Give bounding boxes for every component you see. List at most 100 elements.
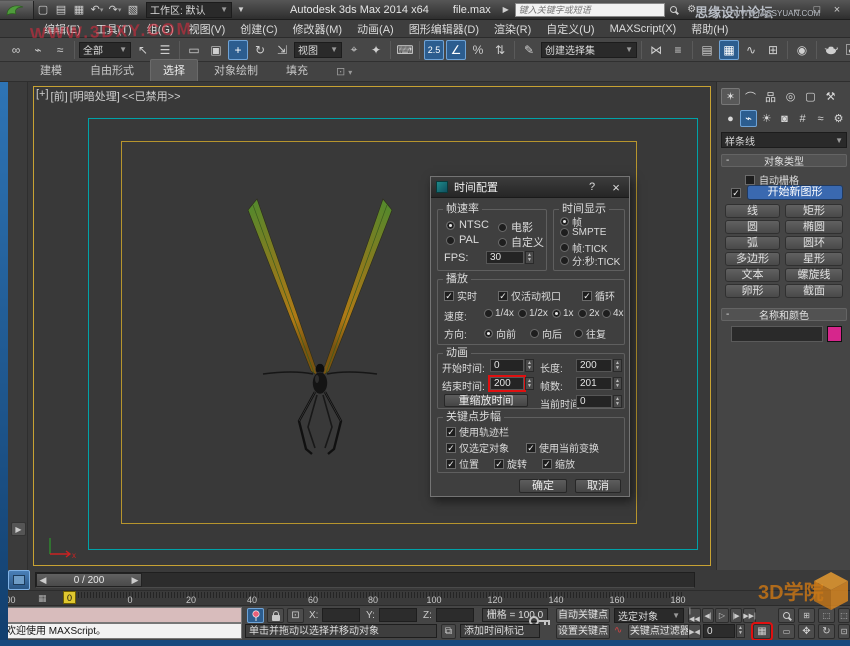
radio-speed-half[interactable] — [518, 309, 527, 318]
rendered-frame-window-icon[interactable] — [843, 40, 850, 60]
ribbon-tab-object-paint[interactable]: 对象绘制 — [202, 60, 270, 81]
ok-button[interactable]: 确定 — [519, 479, 567, 493]
egg-button[interactable]: 卵形 — [725, 284, 780, 298]
shapes-category-icon[interactable]: ⌁ — [740, 110, 757, 127]
menu-modifiers[interactable]: 修改器(M) — [293, 21, 343, 37]
mirror-icon[interactable]: ⋈ — [646, 40, 666, 60]
length-spinner[interactable]: ▲▼ — [613, 359, 622, 372]
workspace-menu-icon[interactable]: ▼ — [232, 2, 250, 18]
pan-hand-icon[interactable]: ✥ — [798, 624, 815, 639]
select-by-name-icon[interactable]: ☰ — [155, 40, 175, 60]
ribbon-toggle-icon[interactable]: ▦ — [719, 40, 739, 60]
redo-icon[interactable]: ↷▾ — [106, 2, 124, 18]
autogrid-checkbox[interactable] — [745, 175, 755, 185]
current-time-spinner[interactable]: ▲▼ — [613, 395, 622, 408]
current-frame-spinner[interactable]: ▲▼ — [736, 624, 745, 638]
y-coordinate-field[interactable] — [379, 608, 417, 622]
menu-rendering[interactable]: 渲染(R) — [494, 21, 531, 37]
window-crossing-icon[interactable]: ▣ — [206, 40, 226, 60]
ribbon-tab-selection[interactable]: 选择 — [150, 59, 198, 81]
frame-count-spinner[interactable]: ▲▼ — [613, 377, 622, 390]
viewport-menu-shading[interactable]: [明暗处理] — [70, 88, 120, 104]
track-bar[interactable]: ▦ 0 20 40 60 80 100 120 140 160 180 200 … — [8, 590, 850, 605]
end-time-spinner[interactable]: ▲▼ — [525, 377, 534, 390]
ribbon-tab-modeling[interactable]: 建模 — [28, 60, 74, 81]
text-button[interactable]: 文本 — [725, 268, 780, 282]
fps-field[interactable]: 30 — [486, 251, 524, 264]
radio-frame-tick[interactable] — [560, 243, 569, 252]
object-color-swatch[interactable] — [827, 326, 842, 342]
radio-speed-quarter[interactable] — [484, 309, 493, 318]
next-frame-button[interactable]: |▶ — [730, 608, 742, 623]
key-filter-target-dropdown[interactable]: 选定对象▼ — [614, 608, 684, 623]
align-icon[interactable]: ≡ — [668, 40, 688, 60]
select-and-manipulate-icon[interactable]: ✦ — [366, 40, 386, 60]
search-input[interactable] — [515, 3, 665, 17]
name-color-rollout[interactable]: - 名称和颜色 — [721, 308, 847, 321]
select-object-icon[interactable]: ↖ — [133, 40, 153, 60]
schematic-view-icon[interactable]: ⊞ — [763, 40, 783, 60]
next-frame-arrow-icon[interactable]: ▶ — [129, 575, 141, 586]
zoom-icon[interactable] — [778, 608, 795, 623]
new-file-icon[interactable]: ▢ — [34, 2, 52, 18]
frame-count-field[interactable]: 201 — [576, 377, 612, 390]
angle-snap-icon[interactable]: ∠ — [446, 40, 466, 60]
keyboard-override-icon[interactable]: ⌨ — [395, 40, 415, 60]
isolate-selection-button[interactable] — [247, 608, 264, 623]
play-button[interactable]: ▷ — [715, 608, 729, 623]
maxscript-listener-white[interactable]: 欢迎使用 MAXScript。 — [2, 623, 242, 639]
ngon-button[interactable]: 多边形 — [725, 252, 780, 266]
utilities-tab[interactable]: ⚒ — [821, 88, 840, 105]
check-scale[interactable]: ✓ — [542, 459, 552, 469]
x-coordinate-field[interactable] — [322, 608, 360, 622]
radio-speed-2x[interactable] — [578, 309, 587, 318]
radio-speed-1x[interactable] — [552, 309, 561, 318]
close-button[interactable]: × — [828, 2, 846, 18]
display-tab[interactable]: ▢ — [801, 88, 820, 105]
viewport-menu-view[interactable]: [前] — [51, 88, 68, 104]
systems-category-icon[interactable]: ⚙ — [830, 110, 847, 127]
dialog-help-button[interactable]: ? — [581, 181, 603, 193]
auto-key-button[interactable]: 自动关键点 — [556, 608, 610, 623]
radio-ntsc[interactable] — [446, 221, 455, 230]
lights-category-icon[interactable]: ☀ — [758, 110, 775, 127]
hierarchy-tab[interactable]: 品 — [761, 88, 780, 105]
line-button[interactable]: 线 — [725, 204, 780, 218]
curve-editor-icon[interactable]: ∿ — [741, 40, 761, 60]
object-type-rollout[interactable]: - 对象类型 — [721, 154, 847, 167]
absolute-mode-button[interactable]: ⊡ — [287, 608, 304, 623]
go-to-end-button[interactable]: ▶▶| — [743, 608, 756, 623]
current-frame-marker[interactable]: 0 — [63, 591, 76, 604]
menu-animation[interactable]: 动画(A) — [357, 21, 394, 37]
layer-manager-icon[interactable]: ▤ — [697, 40, 717, 60]
start-time-spinner[interactable]: ▲▼ — [525, 359, 534, 372]
check-position[interactable]: ✓ — [446, 459, 456, 469]
menu-views[interactable]: 视图(V) — [189, 21, 226, 37]
viewport-menu-plus[interactable]: [+] — [36, 88, 49, 104]
material-editor-icon[interactable]: ◉ — [792, 40, 812, 60]
render-setup-icon[interactable] — [821, 40, 841, 60]
maxscript-listener-pink[interactable] — [2, 607, 242, 623]
ribbon-tab-populate[interactable]: 填充 — [274, 60, 320, 81]
workspace-dropdown[interactable]: 工作区: 默认▼ — [146, 2, 232, 18]
select-and-link-icon[interactable]: ∞ — [6, 40, 26, 60]
radio-direction-forward[interactable] — [484, 329, 493, 338]
search-flyout-icon[interactable]: ▶ — [497, 2, 515, 18]
cancel-button[interactable]: 取消 — [575, 479, 621, 493]
radio-min-sec-tick[interactable] — [560, 256, 569, 265]
check-rotation[interactable]: ✓ — [494, 459, 504, 469]
time-slider-track[interactable]: ◀ 0 / 200 ▶ — [35, 572, 695, 588]
current-time-field[interactable]: 0 — [576, 395, 612, 408]
start-time-field[interactable]: 0 — [490, 359, 524, 372]
menu-customize[interactable]: 自定义(U) — [546, 21, 594, 37]
set-key-button[interactable]: 设置关键点 — [556, 624, 610, 639]
orbit-icon[interactable]: ↻ — [818, 624, 835, 639]
rescale-time-button[interactable]: 重缩放时间 — [444, 394, 528, 407]
check-use-current-transform[interactable]: ✓ — [526, 443, 536, 453]
check-loop[interactable]: ✓ — [582, 291, 592, 301]
length-field[interactable]: 200 — [576, 359, 612, 372]
zoom-extents-icon[interactable]: ⬚ — [818, 608, 835, 623]
mini-curve-icon[interactable]: ∿ — [614, 625, 622, 636]
prev-frame-arrow-icon[interactable]: ◀ — [37, 575, 49, 586]
zoom-extents-all-icon[interactable]: ⬚ — [838, 608, 850, 623]
